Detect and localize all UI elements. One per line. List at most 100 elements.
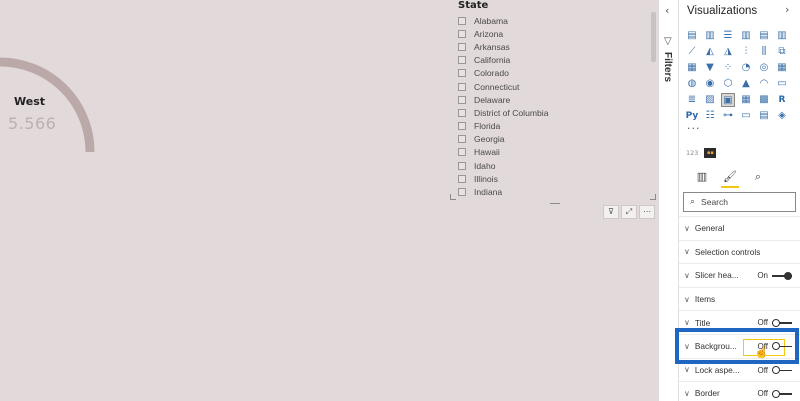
toggle-switch[interactable] bbox=[772, 271, 792, 280]
format-paint-roller-icon[interactable]: 🖌 bbox=[721, 168, 739, 188]
list-item[interactable]: Arkansas bbox=[458, 40, 549, 53]
section-general[interactable]: ∨ General bbox=[679, 216, 800, 240]
checkbox[interactable] bbox=[458, 29, 466, 38]
resize-handle[interactable] bbox=[650, 194, 656, 200]
clustered-column-chart-icon[interactable]: ▥ bbox=[739, 29, 753, 43]
search-input[interactable]: ⌕ Search bbox=[683, 192, 796, 212]
stacked-column-chart-icon[interactable]: ▥ bbox=[703, 29, 717, 43]
stacked-bar-chart-icon[interactable]: ▤ bbox=[685, 29, 699, 43]
custom-visual-card-icon[interactable]: 123 bbox=[686, 149, 698, 157]
filter-icon[interactable]: ⊽ bbox=[603, 205, 619, 219]
map-icon[interactable]: ◍ bbox=[685, 77, 699, 91]
multi-row-card-icon[interactable]: ≣ bbox=[685, 93, 699, 107]
toggle-switch[interactable] bbox=[772, 366, 792, 375]
list-item[interactable]: Illinois bbox=[458, 172, 549, 185]
custom-visual-dark-icon[interactable]: ▪▪ bbox=[704, 148, 717, 158]
checkbox[interactable] bbox=[458, 161, 466, 170]
smart-narrative-icon[interactable]: ▤ bbox=[757, 109, 771, 123]
section-items[interactable]: ∨ Items bbox=[679, 286, 800, 311]
list-item-label: Florida bbox=[474, 121, 501, 132]
donut-chart-icon[interactable]: ◎ bbox=[757, 61, 771, 75]
section-slicer-header[interactable]: ∨ Slicer hea... On bbox=[679, 263, 800, 287]
toggle-switch[interactable] bbox=[772, 389, 792, 398]
line-column-chart-icon[interactable]: ⫶ bbox=[739, 45, 753, 59]
list-item[interactable]: Georgia bbox=[458, 133, 549, 146]
filled-map-icon[interactable]: ◉ bbox=[703, 77, 717, 91]
kpi-icon[interactable]: ▨ bbox=[703, 93, 717, 107]
list-item[interactable]: Arizona bbox=[458, 27, 549, 40]
pie-chart-icon[interactable]: ◔ bbox=[739, 61, 753, 75]
checkbox[interactable] bbox=[458, 16, 466, 25]
slicer-icon[interactable]: ▣ bbox=[721, 93, 735, 107]
gauge-icon[interactable]: ◠ bbox=[757, 77, 771, 91]
key-influencers-icon[interactable]: ☷ bbox=[703, 109, 717, 123]
shape-map-icon[interactable]: ⬡ bbox=[721, 77, 735, 91]
area-chart-icon[interactable]: ◭ bbox=[703, 45, 717, 59]
gauge-arc[interactable] bbox=[0, 56, 100, 160]
list-item[interactable]: California bbox=[458, 54, 549, 67]
matrix-icon[interactable]: ▩ bbox=[757, 93, 771, 107]
resize-handle[interactable] bbox=[550, 198, 560, 204]
report-canvas[interactable]: West 5.566 State Alabama Arizona Arkansa… bbox=[0, 0, 658, 401]
100-bar-chart-icon[interactable]: ▤ bbox=[757, 29, 771, 43]
checkbox[interactable] bbox=[458, 95, 466, 104]
checkbox[interactable] bbox=[458, 56, 466, 65]
clustered-bar-chart-icon[interactable]: ☰ bbox=[721, 29, 735, 43]
toggle-slicer-header[interactable]: On bbox=[757, 271, 792, 280]
toggle-state: On bbox=[757, 271, 768, 281]
funnel-icon[interactable]: ▼ bbox=[703, 61, 717, 75]
decomposition-tree-icon[interactable]: ⊶ bbox=[721, 109, 735, 123]
list-item[interactable]: Indiana bbox=[458, 185, 549, 198]
python-visual-icon[interactable]: Py bbox=[685, 109, 699, 123]
checkbox[interactable] bbox=[458, 108, 466, 117]
checkbox[interactable] bbox=[458, 174, 466, 183]
qa-visual-icon[interactable]: ▭ bbox=[739, 109, 753, 123]
table-icon[interactable]: ▦ bbox=[739, 93, 753, 107]
checkbox[interactable] bbox=[458, 122, 466, 131]
checkbox[interactable] bbox=[458, 135, 466, 144]
toggle-border[interactable]: Off bbox=[757, 389, 792, 398]
azure-map-icon[interactable]: ▲ bbox=[739, 77, 753, 91]
more-options-icon[interactable]: ⋯ bbox=[639, 205, 655, 219]
waterfall-chart-icon[interactable]: ▦ bbox=[685, 61, 699, 75]
100-column-chart-icon[interactable]: ▥ bbox=[775, 29, 789, 43]
chevron-right-icon[interactable]: › bbox=[785, 3, 789, 16]
list-item[interactable]: Delaware bbox=[458, 93, 549, 106]
list-item[interactable]: Connecticut bbox=[458, 80, 549, 93]
ribbon-chart-icon[interactable]: ⧉ bbox=[775, 45, 789, 59]
resize-handle[interactable] bbox=[450, 194, 456, 200]
list-item[interactable]: Florida bbox=[458, 120, 549, 133]
scatter-chart-icon[interactable]: ⁘ bbox=[721, 61, 735, 75]
scrollbar[interactable] bbox=[651, 12, 656, 62]
focus-mode-icon[interactable]: ⤢ bbox=[621, 205, 637, 219]
toggle-lock-aspect[interactable]: Off bbox=[757, 366, 792, 375]
card-icon[interactable]: ▭ bbox=[775, 77, 789, 91]
list-item[interactable]: Hawaii bbox=[458, 146, 549, 159]
analytics-magnifier-icon[interactable]: ⌕ bbox=[749, 168, 767, 188]
list-item[interactable]: District of Columbia bbox=[458, 106, 549, 119]
treemap-icon[interactable]: ▦ bbox=[775, 61, 789, 75]
checkbox[interactable] bbox=[458, 42, 466, 51]
line-chart-icon[interactable]: ⟋ bbox=[685, 45, 699, 59]
section-label: Selection controls bbox=[694, 246, 761, 257]
section-border[interactable]: ∨ Border Off bbox=[679, 381, 800, 401]
power-apps-icon[interactable]: ◈ bbox=[775, 109, 789, 123]
state-slicer[interactable]: State Alabama Arizona Arkansas Californi… bbox=[450, 0, 656, 205]
line-clustered-column-icon[interactable]: ⫼ bbox=[757, 45, 771, 59]
list-item[interactable]: Colorado bbox=[458, 67, 549, 80]
chevron-left-icon[interactable]: ‹ bbox=[665, 4, 669, 17]
list-item[interactable]: Idaho bbox=[458, 159, 549, 172]
chevron-down-icon: ∨ bbox=[684, 270, 690, 280]
checkbox[interactable] bbox=[458, 148, 466, 157]
toggle-switch[interactable] bbox=[772, 318, 792, 327]
list-item[interactable]: Alabama bbox=[458, 14, 549, 27]
toggle-title[interactable]: Off bbox=[757, 318, 792, 327]
r-script-visual-icon[interactable]: R bbox=[775, 93, 789, 107]
checkbox[interactable] bbox=[458, 188, 466, 197]
more-visuals-icon[interactable]: ··· bbox=[687, 122, 701, 135]
stacked-area-chart-icon[interactable]: ◮ bbox=[721, 45, 735, 59]
section-selection-controls[interactable]: ∨ Selection controls bbox=[679, 239, 800, 264]
fields-tab-icon[interactable]: ▥ bbox=[693, 168, 711, 188]
checkbox[interactable] bbox=[458, 82, 466, 91]
checkbox[interactable] bbox=[458, 69, 466, 78]
